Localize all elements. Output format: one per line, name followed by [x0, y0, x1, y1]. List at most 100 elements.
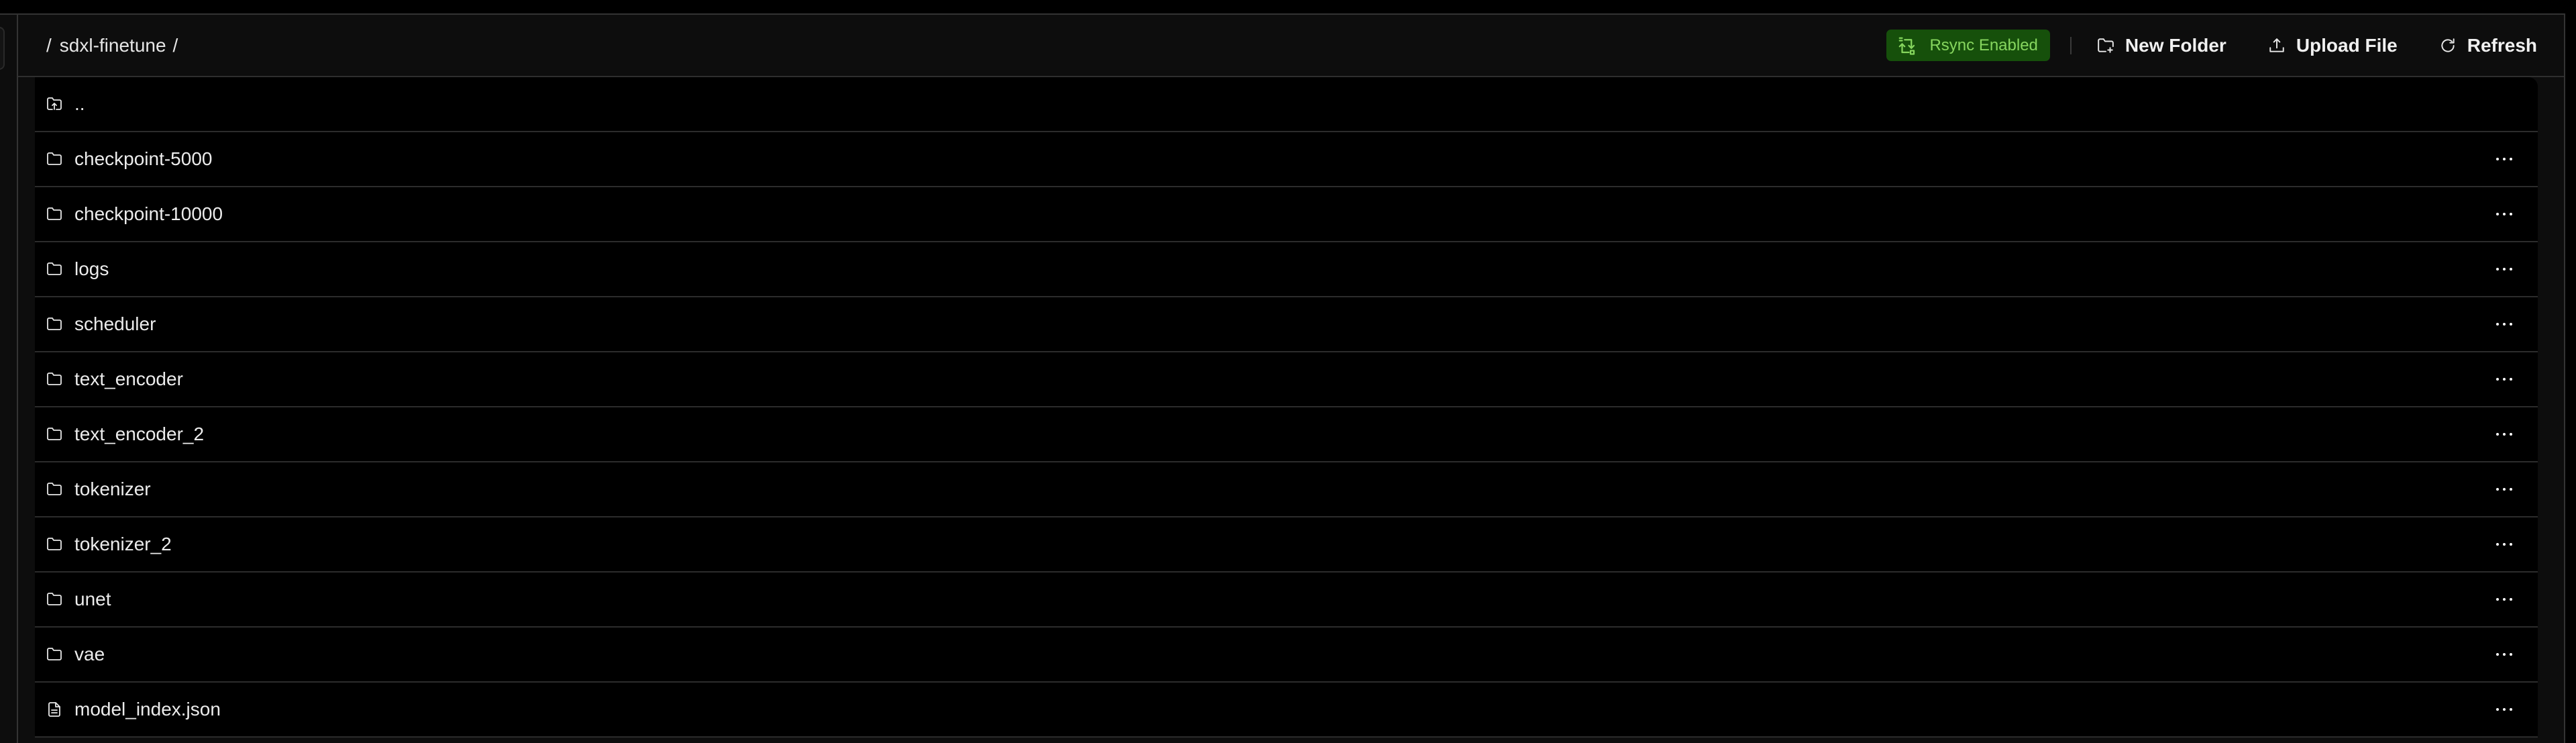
- dot: [2496, 158, 2499, 160]
- folder-up-icon: [46, 96, 62, 112]
- dot: [2503, 488, 2506, 491]
- file-name: model_index.json: [74, 699, 221, 720]
- file-name: text_encoder: [74, 368, 183, 389]
- toolbar-divider: [2070, 36, 2072, 54]
- folder-icon: [46, 371, 62, 387]
- file-list-row-tokenizer-2[interactable]: tokenizer_2: [35, 517, 2538, 573]
- row-more-button[interactable]: [2496, 595, 2512, 603]
- row-more-button[interactable]: [2496, 430, 2512, 438]
- folder-icon: [46, 151, 62, 167]
- dot: [2496, 598, 2499, 601]
- sidebar-collapsed-item[interactable]: [0, 27, 5, 70]
- file-browser-panel: / sdxl-finetune / Rsync Enabled New Fold…: [18, 13, 2565, 743]
- dot: [2510, 653, 2512, 656]
- file-name: unet: [74, 589, 111, 609]
- dot: [2510, 598, 2512, 601]
- file-list: .. checkpoint-5000 checkpoint-10000 logs…: [35, 77, 2538, 738]
- dot: [2496, 433, 2499, 436]
- new-folder-label: New Folder: [2125, 34, 2226, 56]
- folder-icon: [46, 646, 62, 662]
- dot: [2496, 378, 2499, 381]
- dot: [2510, 213, 2512, 215]
- new-folder-button[interactable]: New Folder: [2097, 35, 2226, 56]
- file-name: checkpoint-5000: [74, 148, 213, 169]
- dot: [2510, 433, 2512, 436]
- dot: [2503, 708, 2506, 711]
- folder-icon: [46, 591, 62, 607]
- file-list-row-vae[interactable]: vae: [35, 628, 2538, 683]
- upload-file-label: Upload File: [2296, 34, 2398, 56]
- dot: [2496, 213, 2499, 215]
- file-name: tokenizer: [74, 479, 151, 499]
- folder-icon: [46, 481, 62, 497]
- dot: [2510, 378, 2512, 381]
- file-name: checkpoint-10000: [74, 203, 223, 224]
- row-more-button[interactable]: [2496, 210, 2512, 218]
- file-name: logs: [74, 258, 109, 279]
- toolbar-actions: Rsync Enabled New Folder Upload File Ref…: [1886, 15, 2537, 76]
- row-more-button[interactable]: [2496, 540, 2512, 548]
- row-more-button[interactable]: [2496, 320, 2512, 328]
- dot: [2496, 653, 2499, 656]
- file-list-row-text-encoder-2[interactable]: text_encoder_2: [35, 407, 2538, 462]
- file-list-row-checkpoint-10000[interactable]: checkpoint-10000: [35, 187, 2538, 242]
- file-list-row-parent[interactable]: ..: [35, 77, 2538, 132]
- dot: [2503, 653, 2506, 656]
- dot: [2510, 158, 2512, 160]
- dot: [2503, 268, 2506, 270]
- file-list-row-checkpoint-5000[interactable]: checkpoint-5000: [35, 132, 2538, 187]
- sidebar-edge: [0, 13, 18, 743]
- refresh-label: Refresh: [2467, 34, 2537, 56]
- file-browser-header: / sdxl-finetune / Rsync Enabled New Fold…: [18, 15, 2564, 77]
- refresh-button[interactable]: Refresh: [2439, 35, 2537, 56]
- top-bar: [0, 0, 2576, 13]
- file-name: tokenizer_2: [74, 534, 172, 554]
- file-list-row-scheduler[interactable]: scheduler: [35, 297, 2538, 352]
- file-name: vae: [74, 644, 105, 664]
- file-list-row-unet[interactable]: unet: [35, 573, 2538, 628]
- row-more-button[interactable]: [2496, 265, 2512, 273]
- file-name: text_encoder_2: [74, 424, 205, 444]
- breadcrumb: / sdxl-finetune /: [46, 15, 178, 76]
- folder-icon: [46, 536, 62, 552]
- rsync-status-label: Rsync Enabled: [1929, 36, 2038, 54]
- row-more-button[interactable]: [2496, 705, 2512, 713]
- dot: [2510, 708, 2512, 711]
- breadcrumb-separator: /: [172, 34, 178, 56]
- upload-file-button[interactable]: Upload File: [2268, 35, 2398, 56]
- file-list-row-tokenizer[interactable]: tokenizer: [35, 462, 2538, 517]
- file-list-row-text-encoder[interactable]: text_encoder: [35, 352, 2538, 407]
- dot: [2496, 268, 2499, 270]
- row-more-button[interactable]: [2496, 155, 2512, 163]
- dot: [2503, 433, 2506, 436]
- folder-icon: [46, 426, 62, 442]
- dot: [2503, 378, 2506, 381]
- dot: [2496, 488, 2499, 491]
- dot: [2510, 488, 2512, 491]
- dot: [2503, 158, 2506, 160]
- rsync-icon: [1899, 37, 1915, 55]
- rsync-status-badge: Rsync Enabled: [1886, 30, 2050, 61]
- upload-icon: [2269, 38, 2284, 52]
- row-more-button[interactable]: [2496, 650, 2512, 658]
- file-text-icon: [46, 701, 62, 717]
- folder-plus-icon: [2098, 38, 2114, 53]
- dot: [2496, 708, 2499, 711]
- folder-icon: [46, 316, 62, 332]
- dot: [2503, 543, 2506, 546]
- row-more-button[interactable]: [2496, 375, 2512, 383]
- breadcrumb-current[interactable]: sdxl-finetune: [60, 35, 166, 56]
- dot: [2503, 323, 2506, 326]
- dot: [2510, 323, 2512, 326]
- file-name: ..: [74, 93, 85, 114]
- file-name: scheduler: [74, 313, 156, 334]
- dot: [2496, 543, 2499, 546]
- file-list-row-model-index-json[interactable]: model_index.json: [35, 683, 2538, 738]
- dot: [2503, 598, 2506, 601]
- row-more-button[interactable]: [2496, 485, 2512, 493]
- dot: [2510, 543, 2512, 546]
- refresh-icon: [2441, 38, 2455, 52]
- dot: [2496, 323, 2499, 326]
- breadcrumb-root[interactable]: /: [46, 35, 52, 56]
- file-list-row-logs[interactable]: logs: [35, 242, 2538, 297]
